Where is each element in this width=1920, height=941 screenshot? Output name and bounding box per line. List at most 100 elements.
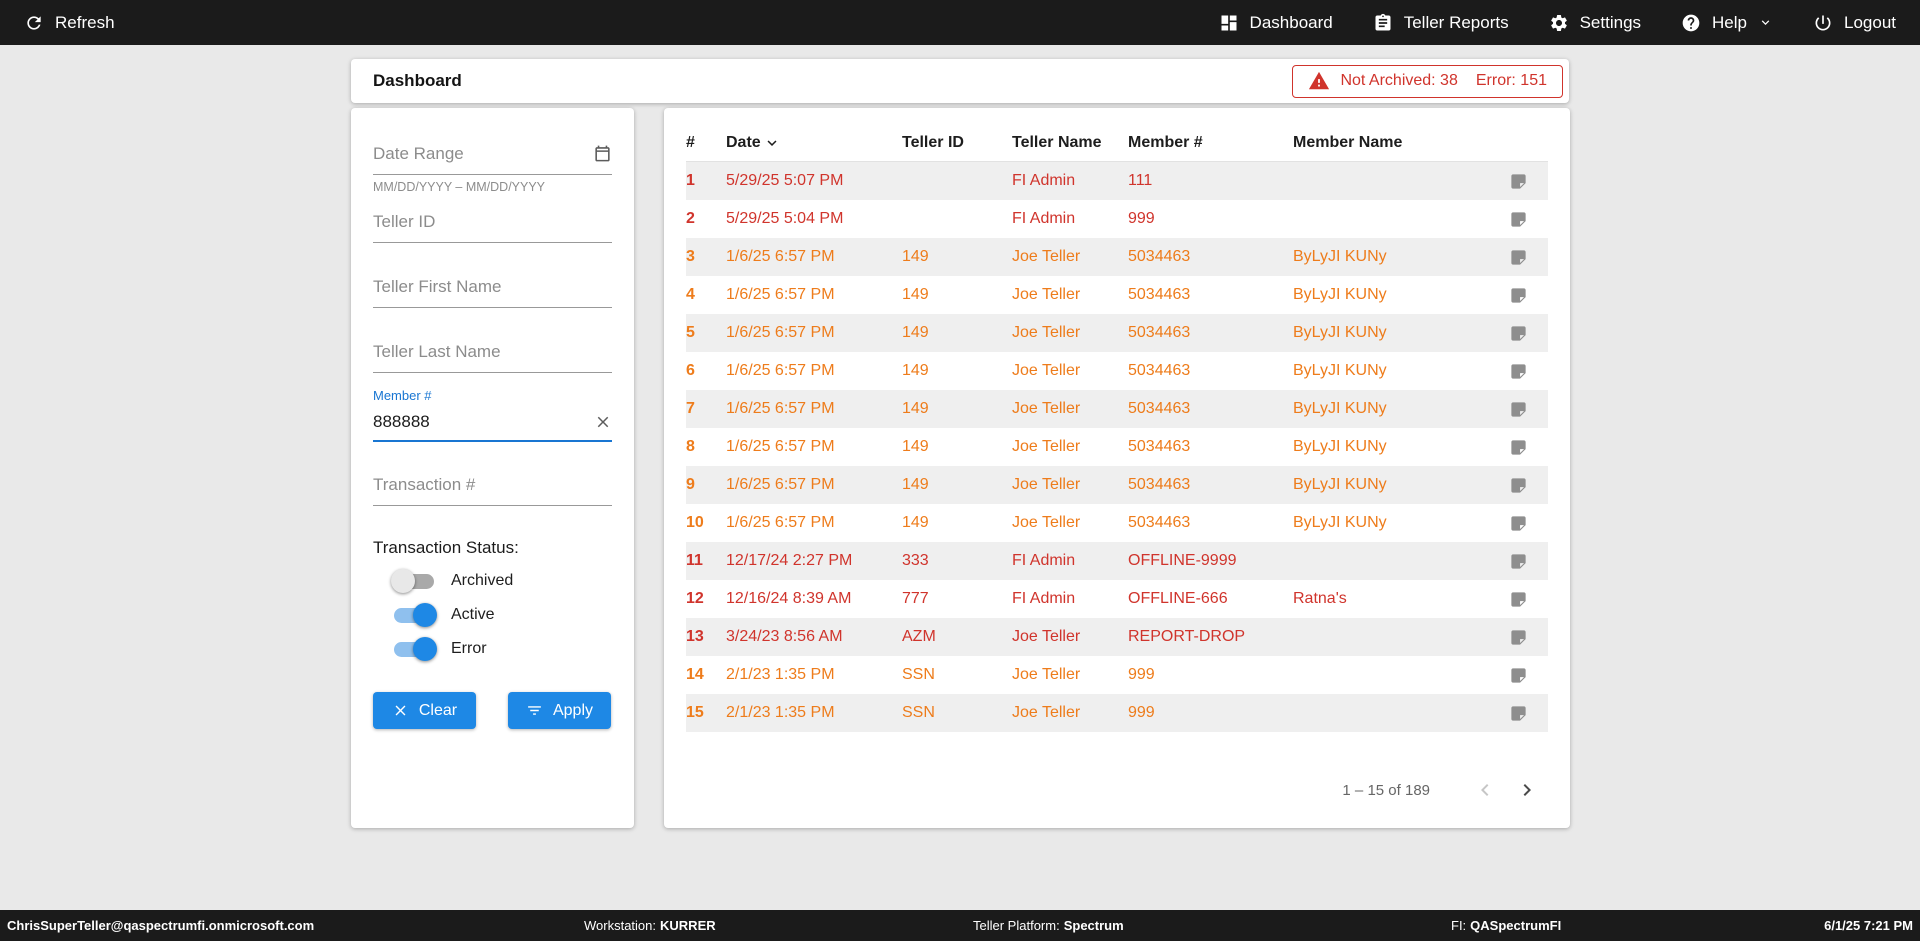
reports-icon — [1373, 13, 1393, 33]
cell-member-number: 5034463 — [1128, 438, 1293, 456]
pagination-next-button[interactable] — [1506, 769, 1548, 811]
cell-member-number: 111 — [1128, 172, 1293, 190]
note-icon[interactable] — [1509, 438, 1528, 457]
note-icon[interactable] — [1509, 400, 1528, 419]
note-icon[interactable] — [1509, 172, 1528, 191]
nav-teller-reports[interactable]: Teller Reports — [1373, 13, 1509, 33]
note-icon[interactable] — [1509, 666, 1528, 685]
nav-logout[interactable]: Logout — [1813, 13, 1896, 33]
table-header-row: #DateTeller IDTeller NameMember #Member … — [686, 124, 1548, 162]
switch-archived[interactable] — [391, 569, 437, 593]
warning-icon — [1308, 70, 1330, 92]
table-row[interactable]: 31/6/25 6:57 PM149Joe Teller5034463ByLyJ… — [686, 238, 1548, 276]
cell-member-number: 5034463 — [1128, 362, 1293, 380]
transaction-number-input[interactable] — [373, 469, 612, 506]
note-icon[interactable] — [1509, 324, 1528, 343]
table-row[interactable]: 15/29/25 5:07 PMFI Admin111 — [686, 162, 1548, 200]
cell-member-number: OFFLINE-666 — [1128, 590, 1293, 608]
row-number: 15 — [686, 704, 726, 722]
cell-date: 1/6/25 6:57 PM — [726, 400, 902, 418]
cell-member-number: 5034463 — [1128, 248, 1293, 266]
cell-member-number: OFFLINE-9999 — [1128, 552, 1293, 570]
member-clear-button[interactable] — [594, 413, 612, 433]
table-row[interactable]: 51/6/25 6:57 PM149Joe Teller5034463ByLyJ… — [686, 314, 1548, 352]
nav-help[interactable]: Help — [1681, 13, 1773, 33]
cell-date: 1/6/25 6:57 PM — [726, 248, 902, 266]
row-number: 14 — [686, 666, 726, 684]
note-icon[interactable] — [1509, 514, 1528, 533]
dashboard-header-card: Dashboard Not Archived: 38 Error: 151 — [351, 59, 1569, 103]
cell-teller-id: 149 — [902, 400, 1012, 418]
teller-first-name-input[interactable] — [373, 271, 612, 308]
table-row[interactable]: 71/6/25 6:57 PM149Joe Teller5034463ByLyJ… — [686, 390, 1548, 428]
nav-settings[interactable]: Settings — [1549, 13, 1641, 33]
switch-active[interactable] — [391, 603, 437, 627]
nav-dashboard[interactable]: Dashboard — [1219, 13, 1333, 33]
pagination-prev-button[interactable] — [1464, 769, 1506, 811]
cell-date: 1/6/25 6:57 PM — [726, 362, 902, 380]
cell-teller-id: 333 — [902, 552, 1012, 570]
clear-button[interactable]: Clear — [373, 692, 476, 729]
cell-teller-id: 149 — [902, 476, 1012, 494]
table-row[interactable]: 61/6/25 6:57 PM149Joe Teller5034463ByLyJ… — [686, 352, 1548, 390]
table-row[interactable]: 133/24/23 8:56 AMAZMJoe TellerREPORT-DRO… — [686, 618, 1548, 656]
alert-badge[interactable]: Not Archived: 38 Error: 151 — [1292, 65, 1563, 98]
col-date[interactable]: Date — [726, 134, 902, 152]
refresh-button[interactable]: Refresh — [24, 13, 115, 33]
teller-first-name-field — [373, 271, 612, 308]
row-number: 11 — [686, 552, 726, 570]
nav-teller-reports-label: Teller Reports — [1404, 13, 1509, 33]
toggle-error[interactable]: Error — [391, 634, 487, 664]
table-row[interactable]: 152/1/23 1:35 PMSSNJoe Teller999 — [686, 694, 1548, 732]
row-number: 8 — [686, 438, 726, 456]
note-icon[interactable] — [1509, 286, 1528, 305]
table-row[interactable]: 1212/16/24 8:39 AM777FI AdminOFFLINE-666… — [686, 580, 1548, 618]
nav-settings-label: Settings — [1580, 13, 1641, 33]
close-icon — [594, 413, 612, 431]
cell-teller-name: FI Admin — [1012, 210, 1128, 228]
note-cell — [1488, 590, 1548, 609]
date-range-input[interactable] — [373, 138, 612, 175]
cell-member-number: 999 — [1128, 666, 1293, 684]
cell-date: 12/17/24 2:27 PM — [726, 552, 902, 570]
table-row[interactable]: 101/6/25 6:57 PM149Joe Teller5034463ByLy… — [686, 504, 1548, 542]
teller-last-name-input[interactable] — [373, 336, 612, 373]
member-number-input[interactable] — [373, 405, 594, 440]
sort-desc-icon — [763, 134, 781, 152]
power-icon — [1813, 13, 1833, 33]
row-number: 1 — [686, 172, 726, 190]
note-icon[interactable] — [1509, 628, 1528, 647]
note-icon[interactable] — [1509, 210, 1528, 229]
apply-button[interactable]: Apply — [508, 692, 611, 729]
note-cell — [1488, 324, 1548, 343]
nav-logout-label: Logout — [1844, 13, 1896, 33]
fi-label: FI: — [1451, 918, 1466, 933]
table-row[interactable]: 1112/17/24 2:27 PM333FI AdminOFFLINE-999… — [686, 542, 1548, 580]
note-icon[interactable] — [1509, 590, 1528, 609]
note-icon[interactable] — [1509, 362, 1528, 381]
cell-teller-id: 149 — [902, 248, 1012, 266]
teller-id-input[interactable] — [373, 206, 612, 243]
note-icon[interactable] — [1509, 704, 1528, 723]
cell-teller-name: FI Admin — [1012, 172, 1128, 190]
note-icon[interactable] — [1509, 248, 1528, 267]
note-icon[interactable] — [1509, 552, 1528, 571]
cell-teller-name: Joe Teller — [1012, 438, 1128, 456]
table-row[interactable]: 142/1/23 1:35 PMSSNJoe Teller999 — [686, 656, 1548, 694]
toggle-archived[interactable]: Archived — [391, 566, 513, 596]
calendar-picker-button[interactable] — [593, 144, 612, 163]
table-row[interactable]: 41/6/25 6:57 PM149Joe Teller5034463ByLyJ… — [686, 276, 1548, 314]
switch-error[interactable] — [391, 637, 437, 661]
toggle-active-label: Active — [451, 606, 495, 624]
cell-member-name: ByLyJI KUNy — [1293, 476, 1488, 494]
note-icon[interactable] — [1509, 476, 1528, 495]
row-number: 9 — [686, 476, 726, 494]
table-row[interactable]: 25/29/25 5:04 PMFI Admin999 — [686, 200, 1548, 238]
table-row[interactable]: 81/6/25 6:57 PM149Joe Teller5034463ByLyJ… — [686, 428, 1548, 466]
toggle-active[interactable]: Active — [391, 600, 495, 630]
cell-teller-name: Joe Teller — [1012, 704, 1128, 722]
table-row[interactable]: 91/6/25 6:57 PM149Joe Teller5034463ByLyJ… — [686, 466, 1548, 504]
close-icon — [392, 702, 409, 719]
cell-member-number: 5034463 — [1128, 514, 1293, 532]
note-cell — [1488, 666, 1548, 685]
